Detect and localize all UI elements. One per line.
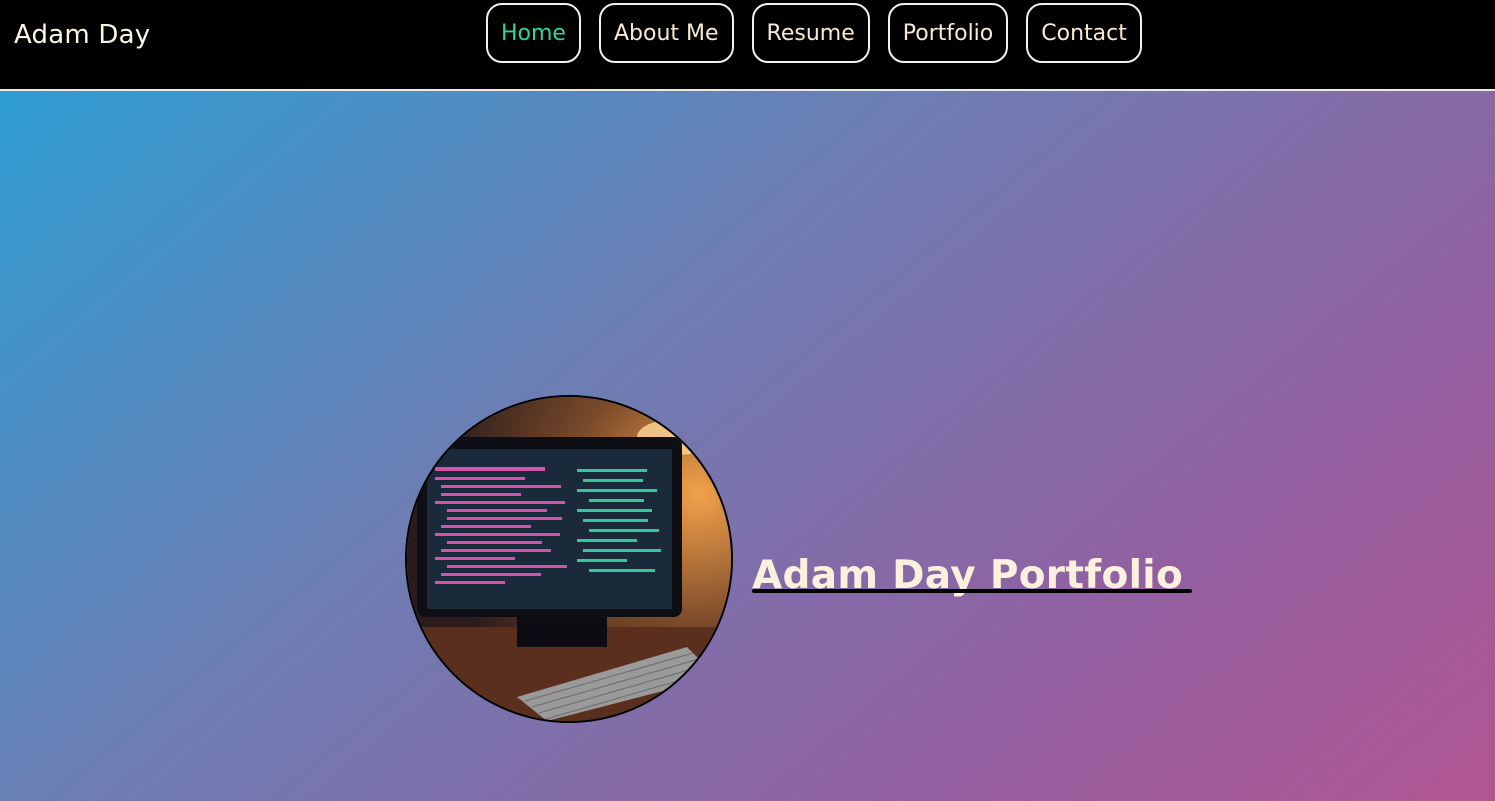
hero-title-underline bbox=[752, 589, 1192, 593]
nav-portfolio-button[interactable]: Portfolio bbox=[887, 3, 1009, 63]
nav-home-button[interactable]: Home bbox=[486, 3, 581, 63]
main-nav: Home About Me Resume Portfolio Contact bbox=[486, 3, 1142, 63]
hero-avatar-image bbox=[405, 395, 733, 723]
site-brand[interactable]: Adam Day bbox=[14, 20, 150, 50]
nav-about-button[interactable]: About Me bbox=[598, 3, 734, 63]
computer-monitor-illustration bbox=[407, 397, 731, 721]
nav-contact-button[interactable]: Contact bbox=[1026, 3, 1142, 63]
top-navbar: Adam Day Home About Me Resume Portfolio … bbox=[0, 0, 1495, 91]
nav-resume-button[interactable]: Resume bbox=[751, 3, 870, 63]
hero-section: Adam Day Portfolio bbox=[0, 91, 1495, 801]
